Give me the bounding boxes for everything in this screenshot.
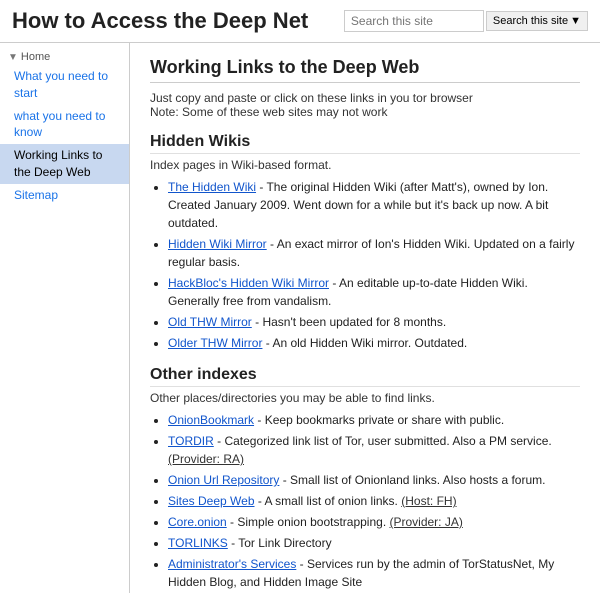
link-desc: - Keep bookmarks private or share with p…	[254, 413, 504, 427]
link-sites-deep-web[interactable]: Sites Deep Web	[168, 494, 255, 508]
sections: Hidden Wikis Index pages in Wiki-based fo…	[150, 133, 580, 593]
search-button[interactable]: Search this site ▼	[486, 11, 588, 31]
list-item: HackBloc's Hidden Wiki Mirror - An edita…	[168, 274, 580, 310]
page-header-title: How to Access the Deep Net	[12, 8, 344, 34]
list-item: TORDIR - Categorized link list of Tor, u…	[168, 432, 580, 468]
link-desc: - Small list of Onionland links. Also ho…	[279, 473, 545, 487]
link-old-thw-mirror[interactable]: Old THW Mirror	[168, 315, 252, 329]
section-title-hidden-wikis: Hidden Wikis	[150, 133, 580, 154]
intro-text: Just copy and paste or click on these li…	[150, 91, 580, 119]
link-hackblocs-hidden-wiki-mirror[interactable]: HackBloc's Hidden Wiki Mirror	[168, 276, 329, 290]
provider-tag[interactable]: (Host: FH)	[401, 494, 456, 508]
link-onion-url-repository[interactable]: Onion Url Repository	[168, 473, 279, 487]
list-item: The Hidden Wiki - The original Hidden Wi…	[168, 178, 580, 232]
link-desc: - A small list of onion links.	[255, 494, 402, 508]
list-item: Older THW Mirror - An old Hidden Wiki mi…	[168, 334, 580, 352]
sidebar-item-what-you-need-to-start[interactable]: What you need to start	[0, 65, 129, 105]
provider-tag[interactable]: (Provider: RA)	[168, 452, 244, 466]
list-item: Hidden Wiki Mirror - An exact mirror of …	[168, 235, 580, 271]
link-list-hidden-wikis: The Hidden Wiki - The original Hidden Wi…	[168, 178, 580, 352]
list-item: Sites Deep Web - A small list of onion l…	[168, 492, 580, 510]
search-input[interactable]	[344, 10, 484, 32]
link-the-hidden-wiki[interactable]: The Hidden Wiki	[168, 180, 256, 194]
link-older-thw-mirror[interactable]: Older THW Mirror	[168, 336, 262, 350]
provider-tag[interactable]: (Provider: JA)	[389, 515, 462, 529]
link-tordir[interactable]: TORDIR	[168, 434, 214, 448]
link-administrators-services[interactable]: Administrator's Services	[168, 557, 296, 571]
section-title-other-indexes: Other indexes	[150, 366, 580, 387]
section-desc-hidden-wikis: Index pages in Wiki-based format.	[150, 158, 580, 172]
sidebar-item-working-links[interactable]: Working Links to the Deep Web	[0, 144, 129, 184]
sidebar-item-what-you-need-to-know[interactable]: what you need to know	[0, 105, 129, 145]
main-page-title: Working Links to the Deep Web	[150, 57, 580, 83]
section-desc-other-indexes: Other places/directories you may be able…	[150, 391, 580, 405]
link-desc: - Hasn't been updated for 8 months.	[252, 315, 446, 329]
main-content: Working Links to the Deep Web Just copy …	[130, 43, 600, 593]
link-hidden-wiki-mirror[interactable]: Hidden Wiki Mirror	[168, 237, 267, 251]
list-item: Core.onion - Simple onion bootstrapping.…	[168, 513, 580, 531]
link-desc: - An old Hidden Wiki mirror. Outdated.	[262, 336, 467, 350]
search-bar: Search this site ▼	[344, 10, 588, 32]
link-coreonion[interactable]: Core.onion	[168, 515, 227, 529]
list-item: Onion Url Repository - Small list of Oni…	[168, 471, 580, 489]
link-list-other-indexes: OnionBookmark - Keep bookmarks private o…	[168, 411, 580, 593]
link-torlinks[interactable]: TORLINKS	[168, 536, 228, 550]
link-desc: - Categorized link list of Tor, user sub…	[214, 434, 552, 448]
list-item: Old THW Mirror - Hasn't been updated for…	[168, 313, 580, 331]
sidebar-home-label[interactable]: ▼ Home	[0, 49, 129, 65]
link-onionbookmark[interactable]: OnionBookmark	[168, 413, 254, 427]
sidebar-item-sitemap[interactable]: Sitemap	[0, 184, 129, 207]
sidebar-arrow-icon: ▼	[8, 52, 18, 63]
link-desc: - Tor Link Directory	[228, 536, 332, 550]
sidebar-nav: What you need to startwhat you need to k…	[0, 65, 129, 207]
list-item: TORLINKS - Tor Link Directory	[168, 534, 580, 552]
link-desc: - Simple onion bootstrapping.	[227, 515, 390, 529]
list-item: OnionBookmark - Keep bookmarks private o…	[168, 411, 580, 429]
list-item: Administrator's Services - Services run …	[168, 555, 580, 591]
sidebar: ▼ Home What you need to startwhat you ne…	[0, 43, 130, 593]
